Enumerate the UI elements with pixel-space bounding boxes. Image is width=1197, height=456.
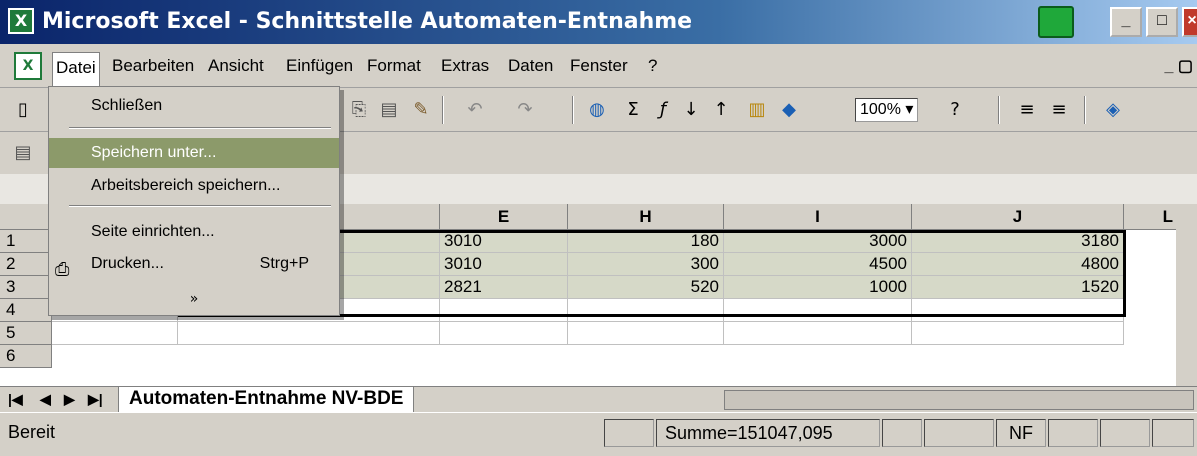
next-sheet-button[interactable]: ▶: [64, 391, 75, 408]
row-header[interactable]: 6: [0, 345, 52, 368]
sort-ascending-icon[interactable]: ↓: [678, 97, 704, 123]
menu-datei[interactable]: Datei: [52, 52, 100, 88]
new-document-icon[interactable]: ▯: [10, 97, 36, 123]
cell[interactable]: 3180: [912, 230, 1124, 253]
vertical-scrollbar[interactable]: [1176, 204, 1197, 386]
row-header[interactable]: 2: [0, 253, 52, 276]
cell[interactable]: 1000: [724, 276, 912, 299]
function-icon[interactable]: ƒ: [650, 97, 676, 123]
sheet-tab[interactable]: Automaten-Entnahme NV-BDE: [118, 387, 415, 413]
cell[interactable]: [568, 299, 724, 322]
menu-bearbeiten[interactable]: Bearbeiten: [112, 56, 194, 76]
fill-color-icon[interactable]: ◈: [1100, 97, 1126, 123]
row-header[interactable]: 3: [0, 276, 52, 299]
cell[interactable]: 2821: [440, 276, 568, 299]
redo-icon[interactable]: ↷: [512, 97, 538, 123]
maximize-button[interactable]: □: [1146, 7, 1178, 37]
paste-icon[interactable]: ▤: [376, 97, 402, 123]
zoom-select[interactable]: 100% ▾: [855, 98, 919, 122]
status-numlock: NF: [996, 419, 1046, 447]
status-bar: Bereit Summe=151047,095 NF: [0, 412, 1197, 452]
cell[interactable]: [568, 322, 724, 345]
cell[interactable]: [440, 299, 568, 322]
window-title: Microsoft Excel - Schnittstelle Automate…: [42, 9, 693, 34]
menu-einfuegen[interactable]: Einfügen: [286, 56, 353, 76]
menu-bar: X Datei Bearbeiten Ansicht Einfügen Form…: [0, 46, 1197, 88]
align-right-icon[interactable]: ≡: [1046, 97, 1072, 123]
print-shortcut: Strg+P: [259, 255, 309, 272]
menu-item-close[interactable]: Schließen: [49, 91, 339, 121]
row-header[interactable]: 5: [0, 322, 52, 345]
menu-item-print[interactable]: ⎙ Drucken... Strg+P: [49, 249, 339, 280]
minimize-button[interactable]: _: [1110, 7, 1142, 37]
first-sheet-button[interactable]: |◀: [8, 391, 23, 408]
menu-item-save-as[interactable]: Speichern unter...: [49, 138, 339, 168]
help-icon[interactable]: ?: [942, 97, 968, 123]
cell[interactable]: [724, 322, 912, 345]
autosum-icon[interactable]: Σ: [620, 97, 646, 123]
paste-special-icon[interactable]: ▤: [10, 140, 36, 166]
cell[interactable]: 300: [568, 253, 724, 276]
title-bar: X Microsoft Excel - Schnittstelle Automa…: [0, 0, 1197, 44]
row-header[interactable]: 4: [0, 299, 52, 322]
menu-daten[interactable]: Daten: [508, 56, 553, 76]
status-ready: Bereit: [8, 422, 56, 442]
menu-format[interactable]: Format: [367, 56, 421, 76]
cell[interactable]: [724, 299, 912, 322]
menu-item-print-label: Drucken...: [91, 255, 164, 272]
column-header-h[interactable]: H: [568, 204, 724, 230]
workbook-icon[interactable]: X: [14, 52, 42, 80]
cell[interactable]: [912, 322, 1124, 345]
cell[interactable]: 520: [568, 276, 724, 299]
cell[interactable]: 3010: [440, 253, 568, 276]
cell[interactable]: 1520: [912, 276, 1124, 299]
menu-fenster[interactable]: Fenster: [570, 56, 628, 76]
select-all-corner[interactable]: [0, 204, 52, 230]
column-header-e[interactable]: E: [440, 204, 568, 230]
sheet-tab-bar: |◀ ◀ ▶ ▶| Automaten-Entnahme NV-BDE: [0, 386, 1197, 413]
menu-item-page-setup[interactable]: Seite einrichten...: [49, 217, 339, 247]
format-painter-icon[interactable]: ✎: [408, 97, 434, 123]
file-menu-dropdown: Schließen Speichern unter... Arbeitsbere…: [48, 86, 340, 316]
expand-menu-chevron-icon[interactable]: »: [49, 285, 339, 313]
cell[interactable]: [178, 322, 440, 345]
cell[interactable]: 4500: [724, 253, 912, 276]
chart-wizard-icon[interactable]: ▥: [744, 97, 770, 123]
document-window-controls[interactable]: _ ▢: [1165, 56, 1193, 76]
row-header[interactable]: 1: [0, 230, 52, 253]
menu-item-save-workspace[interactable]: Arbeitsbereich speichern...: [49, 171, 339, 201]
copy-icon[interactable]: ⎘: [346, 97, 372, 123]
cell[interactable]: 3010: [440, 230, 568, 253]
hyperlink-icon[interactable]: ◍: [584, 97, 610, 123]
drawing-icon[interactable]: ◆: [776, 97, 802, 123]
sort-descending-icon[interactable]: ↑: [708, 97, 734, 123]
close-button[interactable]: ×: [1182, 7, 1197, 37]
menu-extras[interactable]: Extras: [441, 56, 489, 76]
status-sum: Summe=151047,095: [656, 419, 880, 447]
menu-ansicht[interactable]: Ansicht: [208, 56, 264, 76]
cell[interactable]: 4800: [912, 253, 1124, 276]
excel-icon[interactable]: X: [8, 8, 34, 34]
menu-help[interactable]: ?: [648, 56, 657, 76]
network-icon[interactable]: [1038, 6, 1074, 38]
zoom-value: 100%: [860, 101, 901, 118]
printer-icon: ⎙: [55, 259, 70, 280]
last-sheet-button[interactable]: ▶|: [88, 391, 103, 408]
undo-icon[interactable]: ↶: [462, 97, 488, 123]
cell[interactable]: 3000: [724, 230, 912, 253]
cell[interactable]: [52, 322, 178, 345]
cell[interactable]: [912, 299, 1124, 322]
cell[interactable]: [440, 322, 568, 345]
align-left-icon[interactable]: ≡: [1014, 97, 1040, 123]
prev-sheet-button[interactable]: ◀: [40, 391, 51, 408]
cell[interactable]: 180: [568, 230, 724, 253]
horizontal-scrollbar[interactable]: [724, 390, 1194, 410]
column-header-j[interactable]: J: [912, 204, 1124, 230]
column-header-i[interactable]: I: [724, 204, 912, 230]
